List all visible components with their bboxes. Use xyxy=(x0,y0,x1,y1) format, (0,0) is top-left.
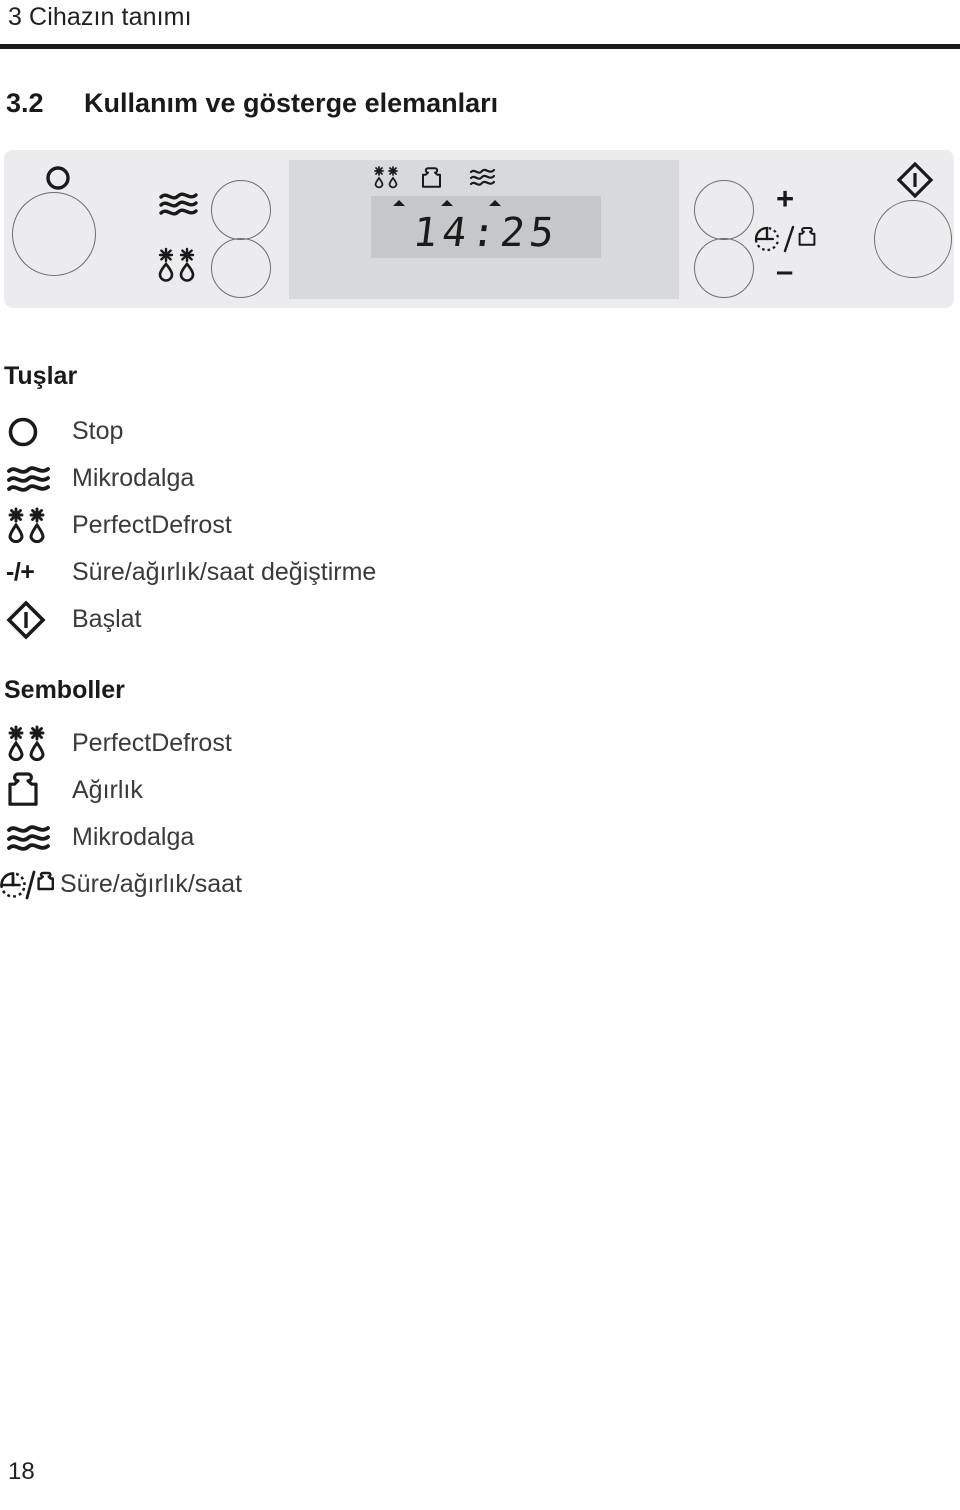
lcd-arrow-weight xyxy=(441,200,453,206)
legend-label: Başlat xyxy=(72,605,142,633)
legend-label: PerfectDefrost xyxy=(72,511,232,539)
legend-label: Stop xyxy=(72,417,124,445)
panel-plus-button[interactable] xyxy=(694,180,754,240)
minus-plus-icon: -/+ xyxy=(0,553,72,593)
panel-plus-label: + xyxy=(776,181,795,216)
legend-label: Ağırlık xyxy=(72,776,143,804)
list-item: Mikrodalga xyxy=(0,814,700,861)
panel-start-button[interactable] xyxy=(874,200,952,278)
clock-weight-icon xyxy=(0,865,60,905)
list-item: PerfectDefrost xyxy=(0,502,700,549)
keys-section-heading: Tuşlar xyxy=(4,362,78,390)
panel-perfectdefrost-icon xyxy=(158,247,200,282)
list-item: Ağırlık xyxy=(0,767,700,814)
panel-microwave-button[interactable] xyxy=(211,180,271,240)
section-title: Kullanım ve gösterge elemanları xyxy=(84,88,499,118)
keys-legend-list: Stop Mikrodalga PerfectDefrost -/+ Süre/… xyxy=(0,408,700,643)
list-item: -/+ Süre/ağırlık/saat değiştirme xyxy=(0,549,700,596)
list-item: Süre/ağırlık/saat xyxy=(0,861,700,908)
weight-icon xyxy=(0,771,72,811)
microwave-waves-icon xyxy=(0,459,72,499)
running-header: 3 Cihazın tanımı xyxy=(0,0,960,46)
panel-minus-label: – xyxy=(776,253,794,288)
page-number: 18 xyxy=(8,1458,35,1485)
legend-label: Mikrodalga xyxy=(72,823,195,851)
display-weight-icon xyxy=(421,166,451,190)
lcd-arrow-defrost xyxy=(393,200,405,206)
lcd-value: 14:25 xyxy=(410,210,562,256)
panel-microwave-waves-icon xyxy=(159,190,199,218)
panel-perfectdefrost-button[interactable] xyxy=(211,238,271,298)
panel-stop-button[interactable] xyxy=(12,192,96,276)
legend-label: Süre/ağırlık/saat xyxy=(60,870,243,898)
microwave-waves-icon xyxy=(0,818,72,858)
panel-minus-button[interactable] xyxy=(694,238,754,298)
lcd-arrow-microwave xyxy=(489,200,501,206)
section-number: 3.2 xyxy=(6,88,44,118)
list-item: PerfectDefrost xyxy=(0,720,700,767)
lcd-screen: 14:25 xyxy=(371,196,601,258)
display-microwave-icon xyxy=(469,166,499,190)
lcd-indicator-arrows xyxy=(371,200,601,210)
minus-plus-glyph: -/+ xyxy=(6,558,35,586)
snowflake-droplet-icon xyxy=(0,506,72,546)
header-divider xyxy=(0,44,960,49)
symbols-section-heading: Semboller xyxy=(4,676,125,704)
panel-start-icon xyxy=(896,161,934,199)
control-panel-illustration: 14:25 + – xyxy=(4,150,954,308)
snowflake-droplet-icon xyxy=(0,724,72,764)
panel-clock-weight-icon xyxy=(754,224,822,254)
diamond-power-icon xyxy=(0,599,72,640)
list-item: Başlat xyxy=(0,596,700,643)
legend-label: Mikrodalga xyxy=(72,464,195,492)
symbols-legend-list: PerfectDefrost Ağırlık Mikrodalga Süre/a… xyxy=(0,720,700,908)
list-item: Stop xyxy=(0,408,700,455)
panel-display-module: 14:25 xyxy=(289,160,679,299)
display-indicator-icons xyxy=(373,166,503,192)
running-head-text: 3 Cihazın tanımı xyxy=(8,3,192,31)
legend-label: Süre/ağırlık/saat değiştirme xyxy=(72,558,377,586)
legend-label: PerfectDefrost xyxy=(72,729,232,757)
display-perfectdefrost-icon xyxy=(373,166,403,190)
list-item: Mikrodalga xyxy=(0,455,700,502)
panel-stop-icon xyxy=(44,164,72,192)
section-heading: 3.2 Kullanım ve gösterge elemanları xyxy=(6,88,906,119)
circle-icon xyxy=(0,412,72,452)
